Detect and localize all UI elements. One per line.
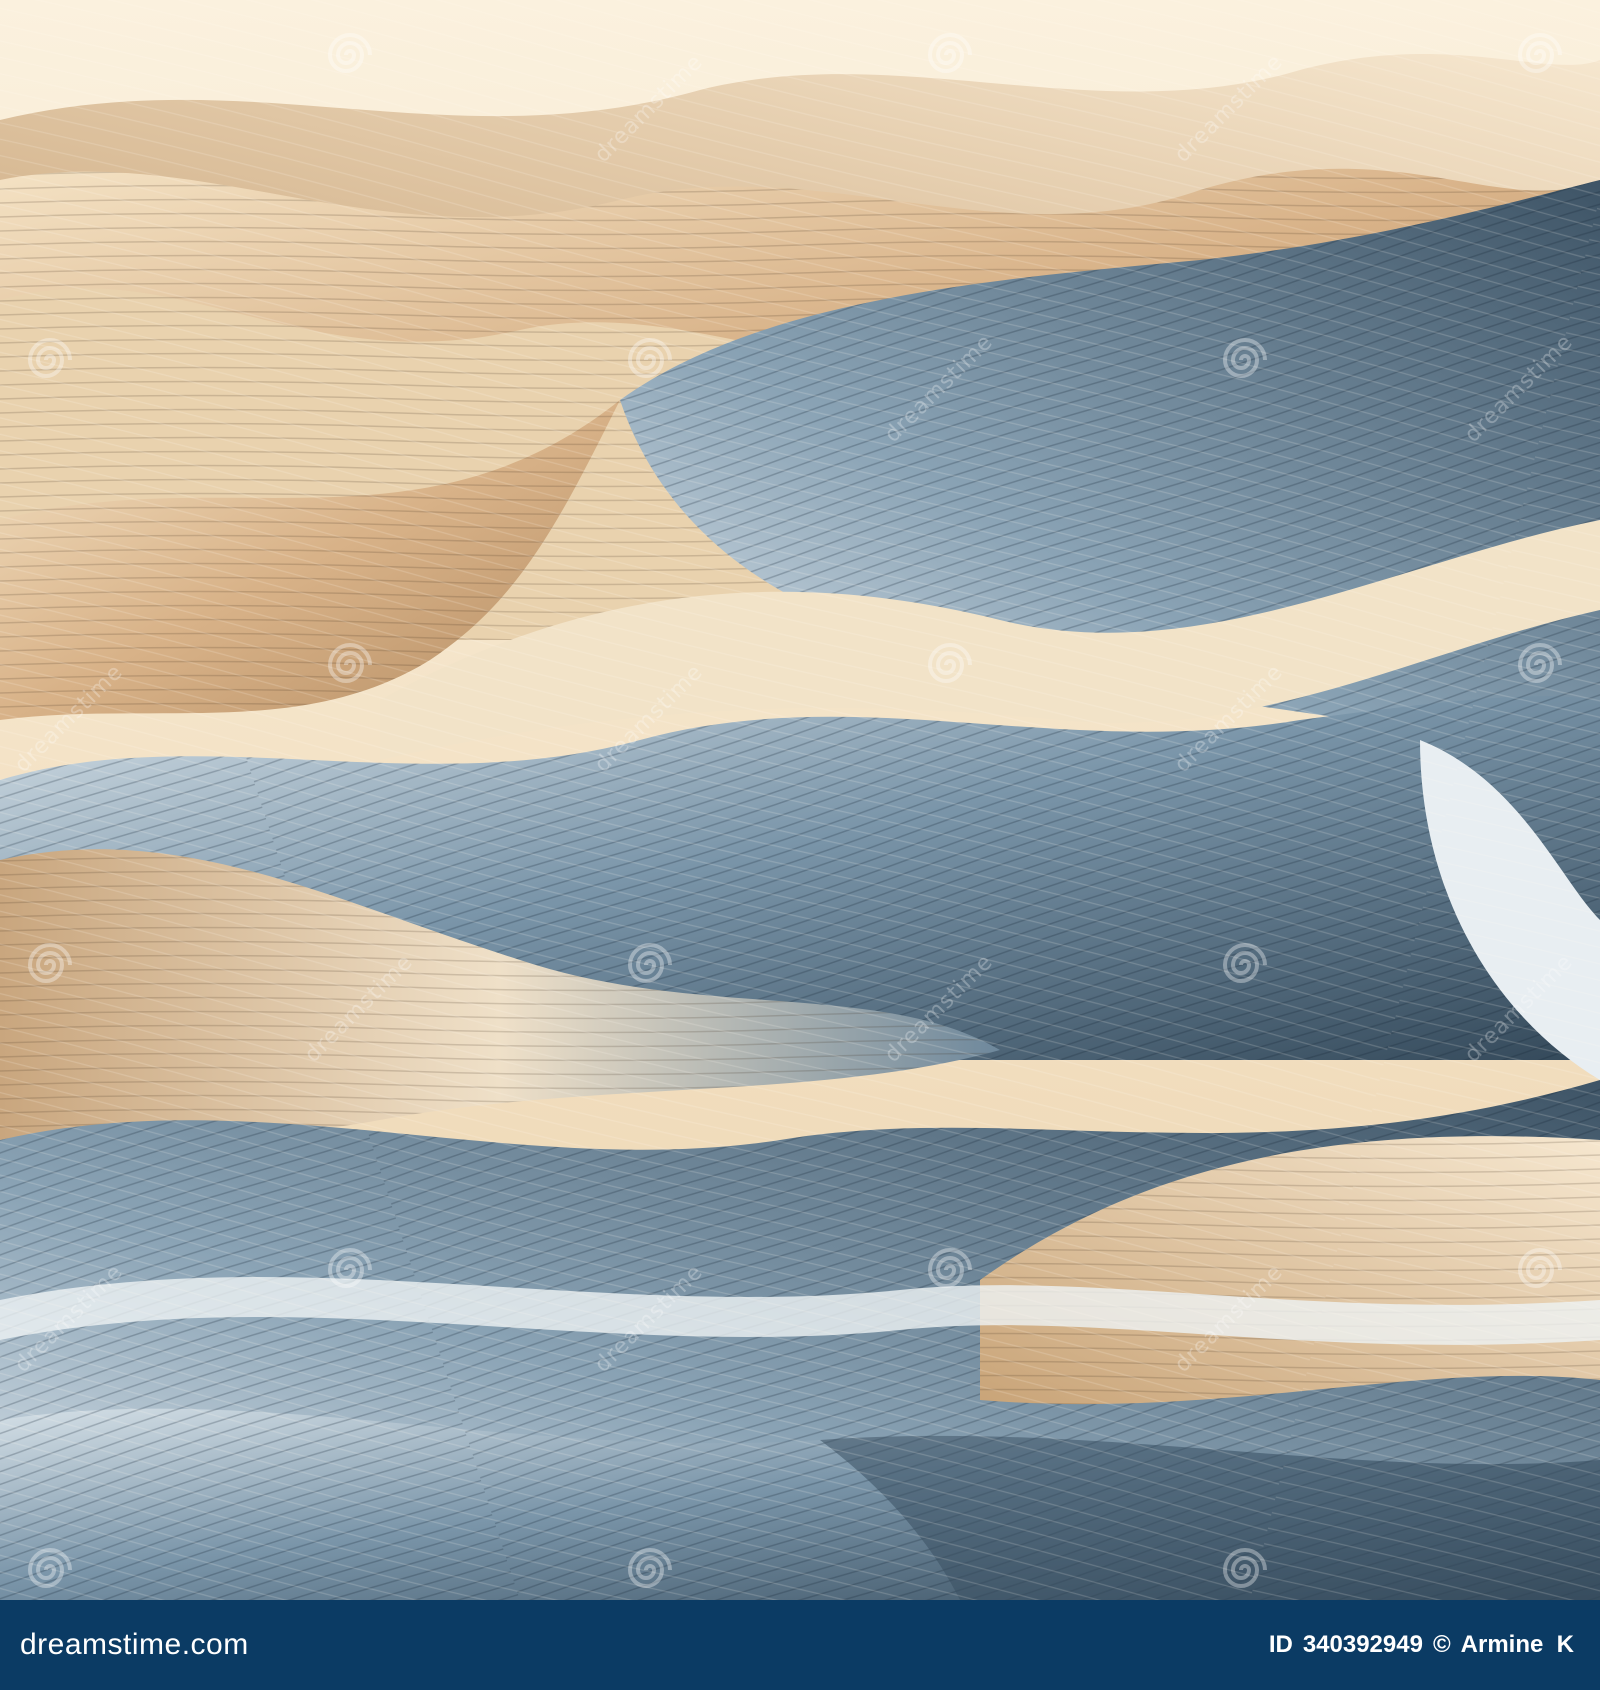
sand-dunes-artwork [0, 0, 1600, 1600]
copyright-icon: © [1432, 1631, 1451, 1658]
image-id: 340392949 [1302, 1631, 1423, 1658]
id-label: ID [1268, 1631, 1293, 1658]
image-credit: ID 340392949 © Armine K [1269, 1631, 1574, 1659]
dreamstime-logo[interactable]: dreamstime.com [20, 1628, 249, 1662]
dunes-illustration [0, 0, 1600, 1600]
stock-footer-bar: dreamstime.com ID 340392949 © Armine K [0, 1600, 1600, 1690]
author-name: Armine K [1460, 1631, 1574, 1658]
